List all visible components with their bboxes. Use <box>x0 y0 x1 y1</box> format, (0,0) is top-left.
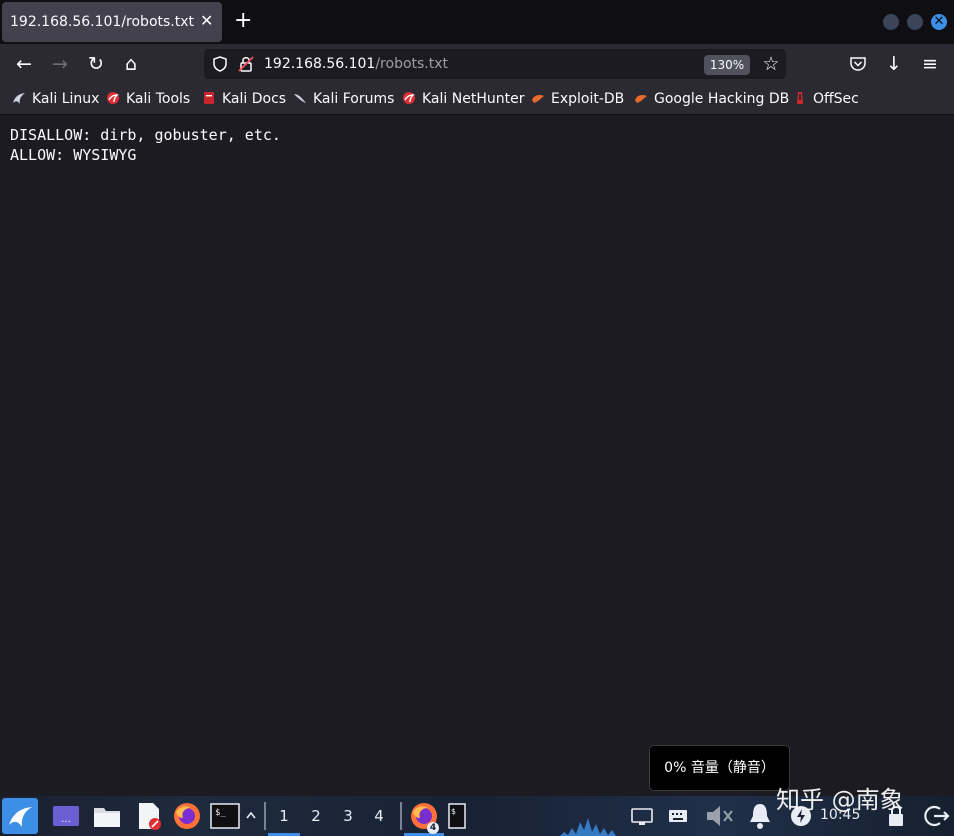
keyboard-icon[interactable] <box>662 800 694 832</box>
bookmark-label: Kali Linux <box>32 91 100 107</box>
workspace-4[interactable]: 4 <box>367 804 391 828</box>
forward-button[interactable]: → <box>48 52 72 76</box>
bookmark-google-hacking-db[interactable]: Google Hacking DB <box>634 91 789 109</box>
workspace-2[interactable]: 2 <box>304 804 328 828</box>
tracking-shield-icon[interactable] <box>212 56 228 72</box>
bookmark-label: Kali Docs <box>222 91 287 107</box>
exploit-db-icon <box>532 95 544 103</box>
bookmark-kali-tools[interactable]: Kali Tools <box>106 91 190 109</box>
navigation-toolbar: ← → ↻ ⌂ 192.168.56.101/robots.txt 130% ☆… <box>0 44 954 84</box>
minimize-button[interactable] <box>883 14 899 30</box>
url-bar[interactable]: 192.168.56.101/robots.txt 130% ☆ <box>204 49 786 79</box>
taskbar-separator <box>400 802 402 830</box>
network-icon[interactable] <box>626 800 658 832</box>
url-text[interactable]: 192.168.56.101/robots.txt <box>264 56 448 72</box>
bookmark-kali-linux[interactable]: Kali Linux <box>12 91 99 109</box>
ghdb-icon <box>635 95 647 103</box>
kali-tools-icon <box>107 92 119 104</box>
terminal-window-icon[interactable]: $ <box>448 800 466 832</box>
bookmark-offsec[interactable]: OffSec <box>793 91 859 109</box>
kali-dragon-icon <box>13 93 25 104</box>
bookmark-star-icon[interactable]: ☆ <box>759 52 783 76</box>
tab-title: 192.168.56.101/robots.txt <box>10 14 195 30</box>
bookmark-label: Kali Tools <box>126 91 191 107</box>
show-desktop-icon[interactable]: ... <box>50 800 82 832</box>
robots-line: ALLOW: WYSIWYG <box>10 146 137 164</box>
bookmark-kali-nethunter[interactable]: Kali NetHunter <box>402 91 524 109</box>
cpu-graph-icon <box>560 818 616 836</box>
maximize-button[interactable] <box>907 14 923 30</box>
tab-strip: 192.168.56.101/robots.txt ✕ + ✕ <box>0 0 954 44</box>
url-host: 192.168.56.101 <box>264 56 376 72</box>
file-manager-icon[interactable] <box>91 800 123 832</box>
tab-close-icon[interactable]: ✕ <box>200 11 213 30</box>
close-window-button[interactable]: ✕ <box>931 14 947 30</box>
app-menu-button[interactable]: ≡ <box>918 52 942 76</box>
kali-docs-icon <box>204 92 214 104</box>
workspace-1[interactable]: 1 <box>272 804 296 828</box>
bookmarks-toolbar: Kali Linux Kali Tools Kali Docs Kali For… <box>0 84 954 115</box>
tab-robots[interactable]: 192.168.56.101/robots.txt ✕ <box>2 2 222 42</box>
bookmark-label: Kali Forums <box>313 91 395 107</box>
chevron-up-icon[interactable] <box>244 800 258 832</box>
robots-txt-body: DISALLOW: dirb, gobuster, etc. ALLOW: WY… <box>10 125 281 165</box>
bookmark-exploit-db[interactable]: Exploit-DB <box>531 91 624 109</box>
url-path: /robots.txt <box>375 56 449 72</box>
firefox-window-count-badge: 4 <box>427 822 439 834</box>
back-button[interactable]: ← <box>12 52 36 76</box>
svg-text:...: ... <box>61 814 71 825</box>
home-button[interactable]: ⌂ <box>119 52 143 76</box>
zhihu-watermark: 知乎 @南象 <box>776 786 904 814</box>
zoom-level-button[interactable]: 130% <box>704 55 750 75</box>
kali-forums-icon <box>294 94 306 103</box>
bookmark-label: OffSec <box>813 91 859 107</box>
volume-muted-icon[interactable] <box>702 800 734 832</box>
taskbar-separator <box>264 802 266 830</box>
pocket-icon[interactable] <box>849 56 867 72</box>
text-editor-icon[interactable] <box>133 800 165 832</box>
bookmark-label: Exploit-DB <box>551 91 625 107</box>
downloads-button[interactable]: ↓ <box>882 52 906 76</box>
kali-menu-icon[interactable] <box>2 798 38 834</box>
new-tab-button[interactable]: + <box>234 9 252 33</box>
page-content: DISALLOW: dirb, gobuster, etc. ALLOW: WY… <box>0 115 954 796</box>
svg-text:$: $ <box>451 807 456 816</box>
workspace-3[interactable]: 3 <box>336 804 360 828</box>
firefox-launcher-icon[interactable] <box>171 800 203 832</box>
reload-button[interactable]: ↻ <box>84 52 108 76</box>
insecure-lock-icon[interactable] <box>238 55 254 73</box>
terminal-launcher-icon[interactable]: $_ <box>209 800 241 832</box>
notification-bell-icon[interactable] <box>744 800 776 832</box>
logout-icon[interactable] <box>920 800 952 832</box>
bookmark-label: Google Hacking DB <box>654 91 790 107</box>
svg-text:$_: $_ <box>215 808 226 818</box>
bookmark-kali-docs[interactable]: Kali Docs <box>202 91 286 109</box>
nethunter-icon <box>403 92 415 104</box>
volume-osd: 0% 音量（静音） <box>649 745 790 791</box>
offsec-icon <box>797 92 803 104</box>
bookmark-label: Kali NetHunter <box>422 91 525 107</box>
robots-line: DISALLOW: dirb, gobuster, etc. <box>10 126 281 144</box>
bookmark-kali-forums[interactable]: Kali Forums <box>293 91 394 109</box>
